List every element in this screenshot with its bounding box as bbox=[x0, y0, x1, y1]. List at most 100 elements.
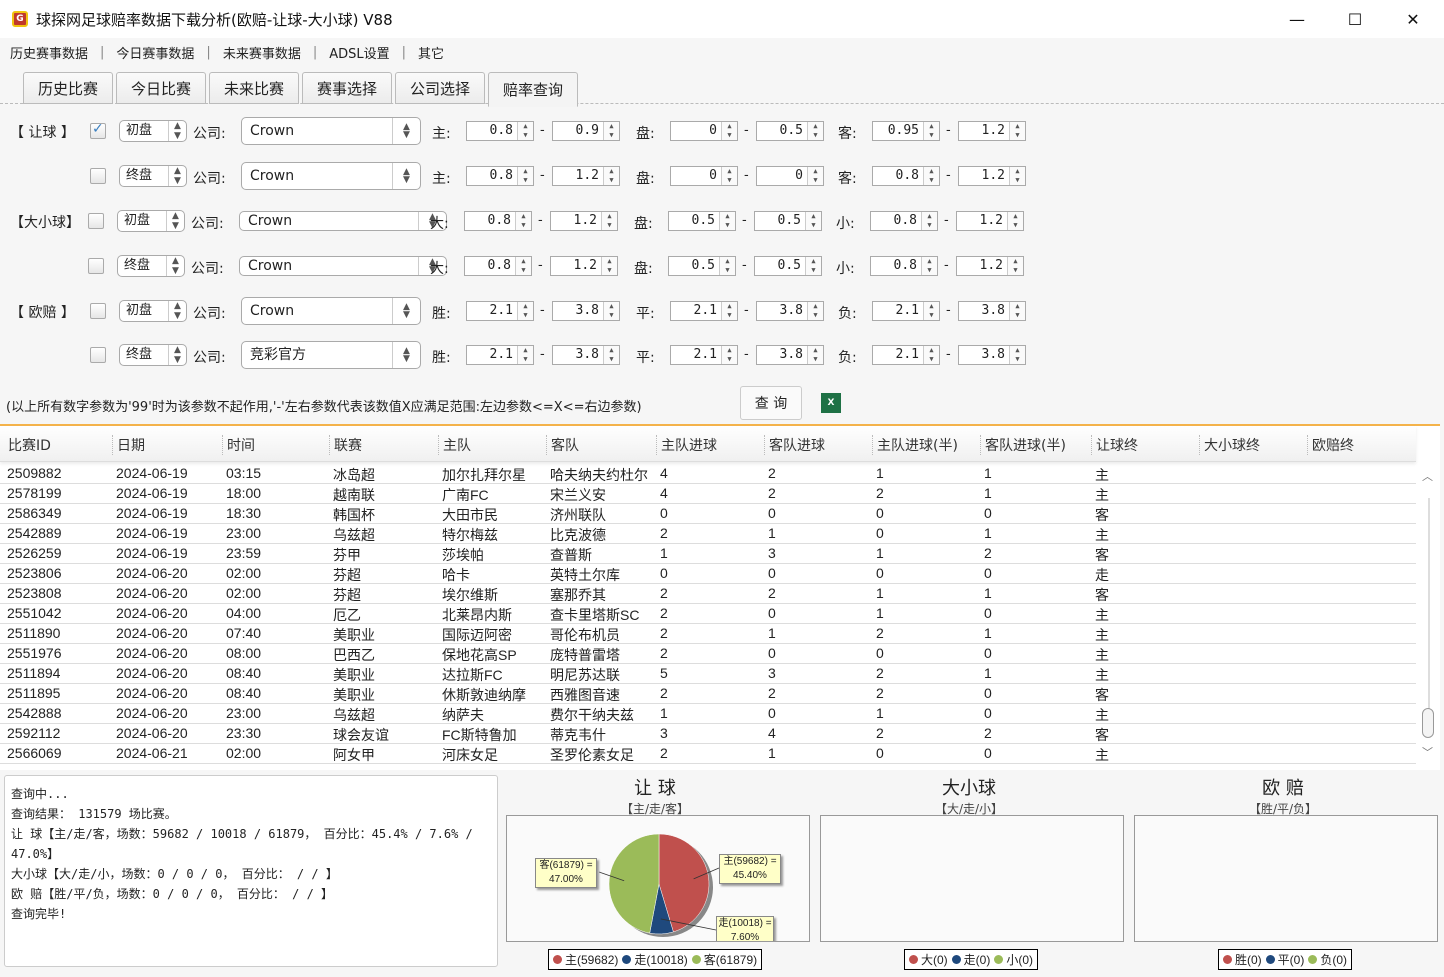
menu-future-data[interactable]: 未来赛事数据 bbox=[221, 43, 303, 62]
range-max-input[interactable]: 1.2 ▲ ▼ bbox=[958, 121, 1026, 141]
maximize-button[interactable]: ☐ bbox=[1326, 0, 1384, 38]
phase-select[interactable]: 初盘 ▲ ▼ bbox=[117, 210, 185, 232]
spinner-icon[interactable]: ▲ ▼ bbox=[601, 257, 617, 275]
spinner-icon[interactable]: ▲ ▼ bbox=[1009, 302, 1025, 320]
range-min-input[interactable]: 2.1 ▲ ▼ bbox=[466, 345, 534, 365]
menu-history-data[interactable]: 历史赛事数据 bbox=[8, 43, 90, 62]
range-max-input[interactable]: 3.8 ▲ ▼ bbox=[958, 301, 1026, 321]
company-select[interactable]: Crown ▲ ▼ bbox=[241, 162, 421, 190]
spinner-icon[interactable]: ▲ ▼ bbox=[923, 302, 939, 320]
scroll-thumb[interactable] bbox=[1422, 708, 1434, 738]
table-row[interactable]: 2523808 2024-06-20 02:00 芬超 埃尔维斯 塞那乔其 2 2 1 1 客 bbox=[0, 584, 1416, 604]
phase-select[interactable]: 初盘 ▲ ▼ bbox=[119, 300, 187, 322]
table-row[interactable]: 2542889 2024-06-19 23:00 乌兹超 特尔梅兹 比克波德 2 1 0 1 主 bbox=[0, 524, 1416, 544]
table-row[interactable]: 2542888 2024-06-20 23:00 乌兹超 纳萨夫 费尔干纳夫兹 1 0 1 0 主 bbox=[0, 704, 1416, 724]
range-max-input[interactable]: 0.5 ▲ ▼ bbox=[754, 256, 822, 276]
spinner-icon[interactable]: ▲ ▼ bbox=[1009, 346, 1025, 364]
spinner-icon[interactable]: ▲ ▼ bbox=[1009, 167, 1025, 185]
filter-enable-checkbox[interactable] bbox=[88, 258, 104, 274]
spinner-icon[interactable]: ▲ ▼ bbox=[719, 257, 735, 275]
tab-history-matches[interactable]: 历史比赛 bbox=[23, 72, 113, 104]
range-max-input[interactable]: 3.8 ▲ ▼ bbox=[552, 301, 620, 321]
spinner-icon[interactable]: ▲ ▼ bbox=[517, 122, 533, 140]
excel-icon[interactable]: X bbox=[821, 393, 841, 413]
menu-today-data[interactable]: 今日赛事数据 bbox=[114, 43, 196, 62]
range-max-input[interactable]: 3.8 ▲ ▼ bbox=[756, 345, 824, 365]
spinner-icon[interactable]: ▲ ▼ bbox=[721, 302, 737, 320]
range-min-input[interactable]: 2.1 ▲ ▼ bbox=[670, 301, 738, 321]
column-header[interactable]: 让球终 bbox=[1091, 435, 1138, 455]
tab-company-select[interactable]: 公司选择 bbox=[395, 72, 485, 104]
close-button[interactable]: ✕ bbox=[1384, 0, 1442, 38]
range-min-input[interactable]: 0.5 ▲ ▼ bbox=[668, 211, 736, 231]
range-max-input[interactable]: 0.5 ▲ ▼ bbox=[756, 121, 824, 141]
table-row[interactable]: 2578199 2024-06-19 18:00 越南联 广南FC 宋兰义安 4 2 2 1 主 bbox=[0, 484, 1416, 504]
spinner-icon[interactable]: ▲ ▼ bbox=[1007, 212, 1023, 230]
range-max-input[interactable]: 3.8 ▲ ▼ bbox=[756, 301, 824, 321]
range-min-input[interactable]: 0.95 ▲ ▼ bbox=[872, 121, 940, 141]
range-max-input[interactable]: 1.2 ▲ ▼ bbox=[550, 256, 618, 276]
filter-enable-checkbox[interactable] bbox=[90, 347, 106, 363]
menu-adsl-settings[interactable]: ADSL设置 bbox=[327, 43, 391, 62]
scroll-down-icon[interactable]: ﹀ bbox=[1422, 744, 1433, 760]
spinner-icon[interactable]: ▲ ▼ bbox=[515, 257, 531, 275]
column-header[interactable]: 时间 bbox=[222, 435, 255, 455]
tab-today-matches[interactable]: 今日比赛 bbox=[116, 72, 206, 104]
spinner-icon[interactable]: ▲ ▼ bbox=[921, 257, 937, 275]
spinner-icon[interactable]: ▲ ▼ bbox=[603, 346, 619, 364]
tab-odds-query[interactable]: 赔率查询 bbox=[488, 72, 578, 107]
tab-league-select[interactable]: 赛事选择 bbox=[302, 72, 392, 104]
spinner-icon[interactable]: ▲ ▼ bbox=[721, 346, 737, 364]
range-min-input[interactable]: 0.8 ▲ ▼ bbox=[466, 121, 534, 141]
table-row[interactable]: 2511890 2024-06-20 07:40 美职业 国际迈阿密 哥伦布机员 2 1 2 1 主 bbox=[0, 624, 1416, 644]
column-header[interactable]: 主队进球 bbox=[656, 435, 717, 455]
filter-enable-checkbox[interactable] bbox=[90, 168, 106, 184]
spinner-icon[interactable]: ▲ ▼ bbox=[807, 346, 823, 364]
spinner-icon[interactable]: ▲ ▼ bbox=[719, 212, 735, 230]
spinner-icon[interactable]: ▲ ▼ bbox=[807, 167, 823, 185]
spinner-icon[interactable]: ▲ ▼ bbox=[807, 302, 823, 320]
column-header[interactable]: 日期 bbox=[112, 435, 145, 455]
spinner-icon[interactable]: ▲ ▼ bbox=[923, 346, 939, 364]
table-row[interactable]: 2511894 2024-06-20 08:40 美职业 达拉斯FC 明尼苏达联 5 3 2 1 主 bbox=[0, 664, 1416, 684]
table-row[interactable]: 2509882 2024-06-19 03:15 冰岛超 加尔扎拜尔星 哈夫纳夫约杜尔 4 2… bbox=[0, 464, 1416, 484]
range-min-input[interactable]: 0.5 ▲ ▼ bbox=[668, 256, 736, 276]
spinner-icon[interactable]: ▲ ▼ bbox=[515, 212, 531, 230]
column-header[interactable]: 欧赔终 bbox=[1307, 435, 1354, 455]
column-header[interactable]: 比赛ID bbox=[4, 435, 51, 455]
spinner-icon[interactable]: ▲ ▼ bbox=[1007, 257, 1023, 275]
phase-select[interactable]: 终盘 ▲ ▼ bbox=[117, 255, 185, 277]
menu-other[interactable]: 其它 bbox=[416, 43, 446, 62]
range-min-input[interactable]: 0.8 ▲ ▼ bbox=[464, 256, 532, 276]
range-min-input[interactable]: 0.8 ▲ ▼ bbox=[872, 166, 940, 186]
tab-future-matches[interactable]: 未来比赛 bbox=[209, 72, 299, 104]
range-min-input[interactable]: 2.1 ▲ ▼ bbox=[872, 301, 940, 321]
table-row[interactable]: 2566069 2024-06-21 02:00 阿女甲 河床女足 圣罗伦素女足 2 1 0 0 主 bbox=[0, 744, 1416, 764]
table-row[interactable]: 2551976 2024-06-20 08:00 巴西乙 保地花高SP 庞特普雷塔 2 0 0 0… bbox=[0, 644, 1416, 664]
table-row[interactable]: 2592112 2024-06-20 23:30 球会友谊 FC斯特鲁加 蒂克韦什 3 4 2 2… bbox=[0, 724, 1416, 744]
spinner-icon[interactable]: ▲ ▼ bbox=[517, 346, 533, 364]
column-header[interactable]: 主队进球(半) bbox=[872, 435, 958, 455]
table-row[interactable]: 2526259 2024-06-19 23:59 芬甲 莎埃帕 查普斯 1 3 1 2 客 bbox=[0, 544, 1416, 564]
range-min-input[interactable]: 0.8 ▲ ▼ bbox=[870, 256, 938, 276]
company-select[interactable]: Crown ▲ ▼ bbox=[239, 211, 447, 231]
company-select[interactable]: Crown ▲ ▼ bbox=[239, 256, 447, 276]
range-min-input[interactable]: 2.1 ▲ ▼ bbox=[466, 301, 534, 321]
range-max-input[interactable]: 0.9 ▲ ▼ bbox=[552, 121, 620, 141]
column-header[interactable]: 客队进球(半) bbox=[980, 435, 1066, 455]
column-header[interactable]: 联赛 bbox=[329, 435, 362, 455]
table-row[interactable]: 2523806 2024-06-20 02:00 芬超 哈卡 英特土尔库 0 0 0 0 走 bbox=[0, 564, 1416, 584]
spinner-icon[interactable]: ▲ ▼ bbox=[603, 122, 619, 140]
pie-slice-客[interactable] bbox=[608, 833, 660, 934]
range-max-input[interactable]: 1.2 ▲ ▼ bbox=[550, 211, 618, 231]
company-select[interactable]: Crown ▲ ▼ bbox=[241, 117, 421, 145]
filter-enable-checkbox[interactable] bbox=[90, 121, 106, 139]
vertical-scrollbar[interactable]: ︿ ﹀ bbox=[1418, 462, 1440, 762]
range-max-input[interactable]: 1.2 ▲ ▼ bbox=[956, 211, 1024, 231]
filter-enable-checkbox[interactable] bbox=[88, 213, 104, 229]
phase-select[interactable]: 初盘 ▲ ▼ bbox=[119, 120, 187, 142]
scroll-up-icon[interactable]: ︿ bbox=[1422, 468, 1433, 484]
phase-select[interactable]: 终盘 ▲ ▼ bbox=[119, 165, 187, 187]
range-max-input[interactable]: 3.8 ▲ ▼ bbox=[552, 345, 620, 365]
column-header[interactable]: 客队进球 bbox=[764, 435, 825, 455]
